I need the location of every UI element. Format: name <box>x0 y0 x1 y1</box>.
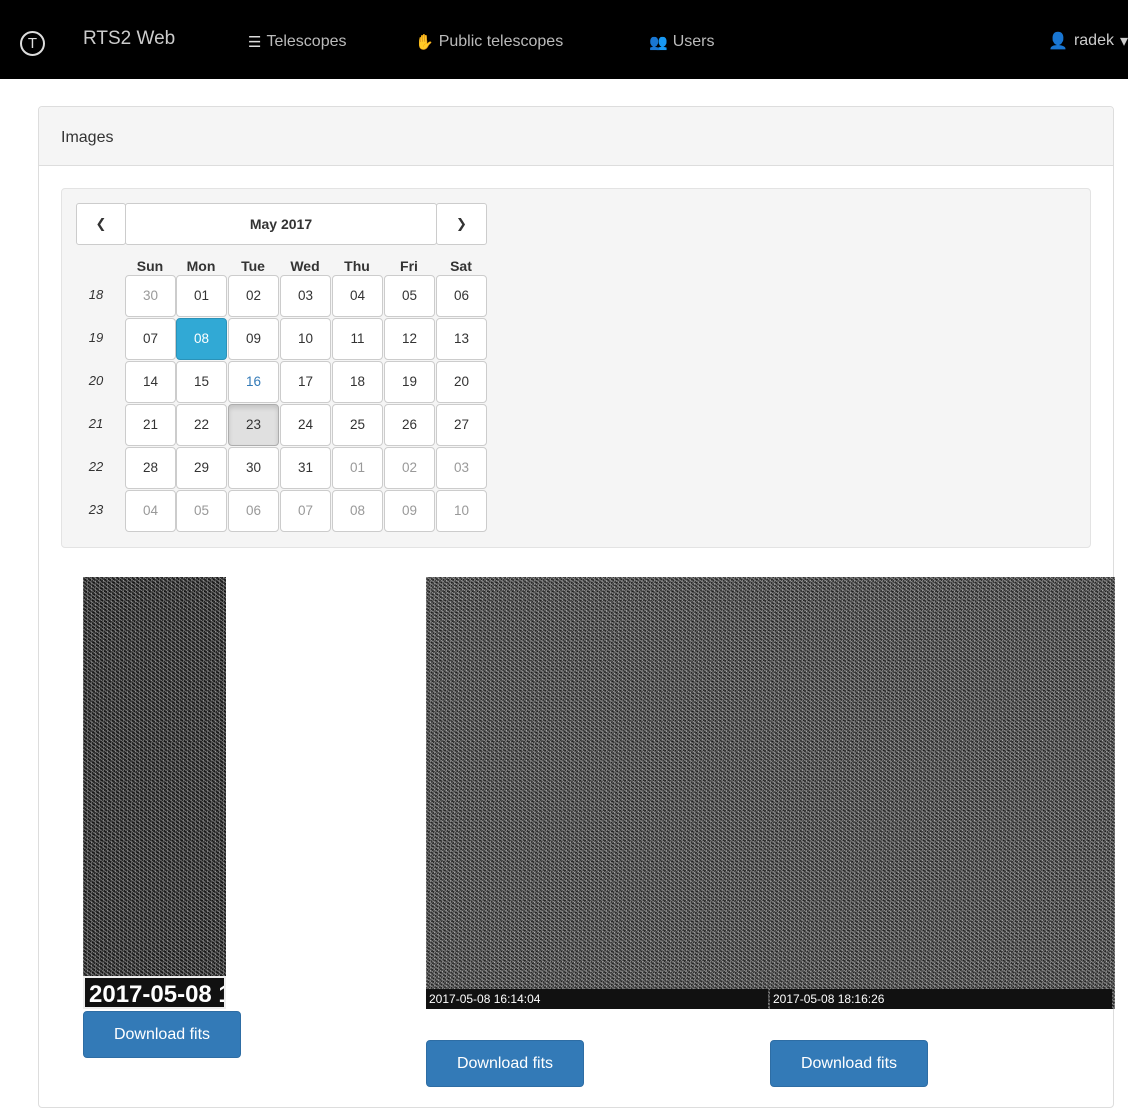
calendar-day[interactable]: 05 <box>176 490 227 532</box>
image-timestamp: 2017-05-08 18:16:26 <box>770 989 1112 1009</box>
image-timestamp: 2017-05-08 16:14:04 <box>426 989 768 1009</box>
prev-month-button[interactable]: ❮ <box>76 203 126 245</box>
download-fits-button[interactable]: Download fits <box>770 1040 928 1087</box>
calendar-day[interactable]: 13 <box>436 318 487 360</box>
calendar-day[interactable]: 02 <box>228 275 279 317</box>
day-of-week-header: Thu <box>344 258 370 274</box>
calendar-day[interactable]: 14 <box>125 361 176 403</box>
calendar-day[interactable]: 17 <box>280 361 331 403</box>
nav-telescopes-label: Telescopes <box>266 33 347 50</box>
calendar-day[interactable]: 10 <box>436 490 487 532</box>
calendar-day[interactable]: 03 <box>436 447 487 489</box>
week-number: 18 <box>88 287 104 302</box>
download-fits-button[interactable]: Download fits <box>83 1011 241 1058</box>
panel-title: Images <box>61 129 114 146</box>
fits-image-thumbnail[interactable]: 2017-05-08 18:16:26 <box>83 577 226 1009</box>
calendar-day[interactable]: 08 <box>176 318 227 360</box>
calendar-day[interactable]: 12 <box>384 318 435 360</box>
chevron-left-icon: ❮ <box>95 216 107 231</box>
day-of-week-header: Sat <box>450 258 472 274</box>
calendar-day[interactable]: 06 <box>436 275 487 317</box>
user-menu[interactable]: 👤 radek ▾ <box>1048 31 1128 51</box>
calendar-day[interactable]: 19 <box>384 361 435 403</box>
calendar-day[interactable]: 30 <box>125 275 176 317</box>
calendar-day[interactable]: 28 <box>125 447 176 489</box>
calendar-day[interactable]: 27 <box>436 404 487 446</box>
calendar-day[interactable]: 24 <box>280 404 331 446</box>
day-of-week-header: Mon <box>186 258 216 274</box>
day-of-week-header: Fri <box>400 258 418 274</box>
day-of-week-header: Tue <box>241 258 265 274</box>
calendar-day[interactable]: 09 <box>384 490 435 532</box>
calendar-day[interactable]: 06 <box>228 490 279 532</box>
calendar-day[interactable]: 09 <box>228 318 279 360</box>
month-title-button[interactable]: May 2017 <box>125 203 437 245</box>
calendar-day[interactable]: 07 <box>125 318 176 360</box>
panel-heading: Images <box>39 107 1113 166</box>
week-number: 19 <box>88 330 104 345</box>
calendar-day[interactable]: 11 <box>332 318 383 360</box>
fits-image-thumbnail[interactable]: 2017-05-08 16:14:04 2017-05-08 18:16:26 <box>426 577 1115 1009</box>
day-of-week-header: Sun <box>136 258 164 274</box>
calendar-day[interactable]: 16 <box>228 361 279 403</box>
download-fits-button[interactable]: Download fits <box>426 1040 584 1087</box>
calendar-day[interactable]: 23 <box>228 404 279 446</box>
calendar-day[interactable]: 04 <box>332 275 383 317</box>
calendar-day[interactable]: 10 <box>280 318 331 360</box>
nav-users[interactable]: 👥 Users <box>649 33 714 51</box>
calendar-day[interactable]: 26 <box>384 404 435 446</box>
calendar-day[interactable]: 25 <box>332 404 383 446</box>
chevron-right-icon: ❯ <box>456 216 467 231</box>
calendar-day[interactable]: 30 <box>228 447 279 489</box>
calendar-day[interactable]: 03 <box>280 275 331 317</box>
week-number: 23 <box>88 502 104 517</box>
week-number: 21 <box>88 416 104 431</box>
calendar-day[interactable]: 04 <box>125 490 176 532</box>
brand-name[interactable]: RTS2 Web <box>83 28 175 50</box>
calendar-day[interactable]: 02 <box>384 447 435 489</box>
user-name: radek <box>1073 32 1114 49</box>
day-of-week-header: Wed <box>290 258 320 274</box>
nav-telescopes[interactable]: ☰ Telescopes <box>248 33 347 51</box>
calendar-day[interactable]: 07 <box>280 490 331 532</box>
image-timestamp: 2017-05-08 18:16:26 <box>83 976 226 1009</box>
images-panel: Images ❮ May 2017 ❯ Sun Mon Tue Wed Thu Fri Sa… <box>38 106 1115 1108</box>
calendar-day[interactable]: 21 <box>125 404 176 446</box>
next-month-button[interactable]: ❯ <box>436 203 487 245</box>
calendar-day[interactable]: 22 <box>176 404 227 446</box>
calendar-day[interactable]: 31 <box>280 447 331 489</box>
calendar-day[interactable]: 05 <box>384 275 435 317</box>
calendar-day[interactable]: 18 <box>332 361 383 403</box>
logo-icon[interactable]: T <box>20 31 45 56</box>
list-icon: ☰ <box>248 34 262 51</box>
nav-users-label: Users <box>672 33 715 50</box>
week-number: 20 <box>88 373 104 388</box>
calendar-day[interactable]: 20 <box>436 361 487 403</box>
hand-icon: ✋ <box>415 34 434 51</box>
calendar-day[interactable]: 15 <box>176 361 227 403</box>
calendar-day[interactable]: 08 <box>332 490 383 532</box>
calendar-day[interactable]: 01 <box>332 447 383 489</box>
user-icon: 👤 <box>1048 33 1068 50</box>
top-navbar: T RTS2 Web ☰ Telescopes ✋ Public telesco… <box>0 0 1128 79</box>
chevron-down-icon: ▾ <box>1119 33 1128 50</box>
calendar-well: ❮ May 2017 ❯ Sun Mon Tue Wed Thu Fri Sat 18 30 01… <box>61 188 1091 548</box>
calendar-day[interactable]: 29 <box>176 447 227 489</box>
nav-public-telescopes[interactable]: ✋ Public telescopes <box>415 33 563 51</box>
calendar-day[interactable]: 01 <box>176 275 227 317</box>
users-icon: 👥 <box>649 34 668 51</box>
nav-public-telescopes-label: Public telescopes <box>438 33 564 50</box>
week-number: 22 <box>88 459 104 474</box>
